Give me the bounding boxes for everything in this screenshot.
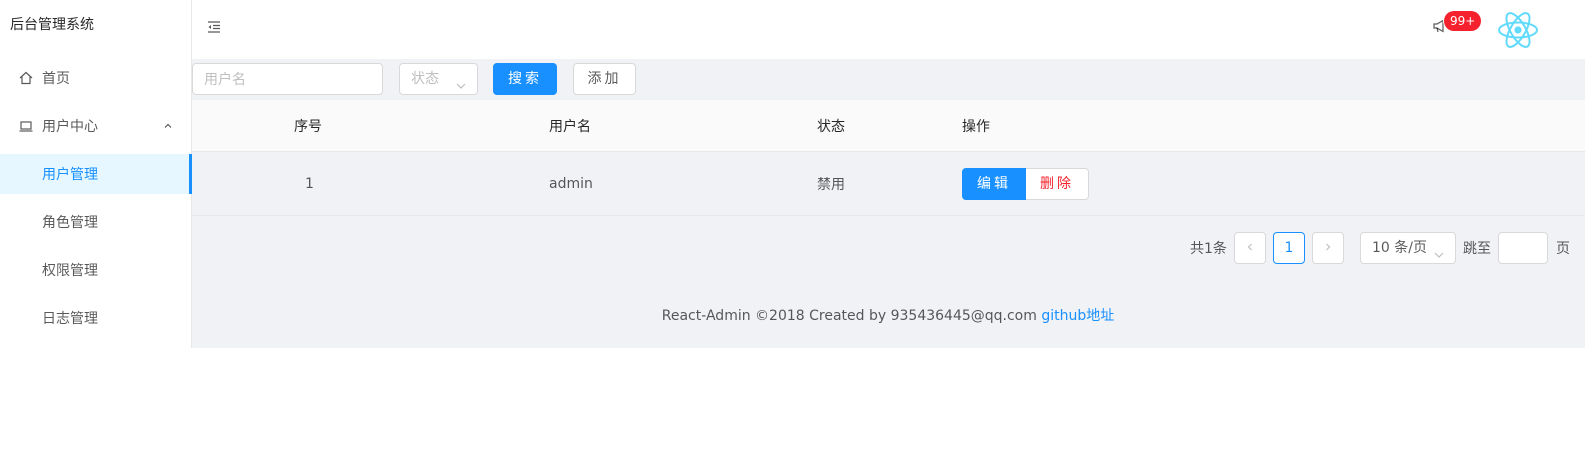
- sidebar-item-label: 用户管理: [42, 167, 98, 183]
- status-select-placeholder: 状态: [411, 71, 439, 87]
- sidebar-item-user-center[interactable]: 用户中心: [0, 106, 191, 146]
- row-actions: 编辑 删除: [962, 152, 1089, 215]
- chevron-down-icon: [455, 73, 467, 103]
- chevron-up-icon: [163, 119, 173, 135]
- sidebar-item-home[interactable]: 首页: [0, 58, 191, 98]
- next-page-button[interactable]: [1312, 232, 1344, 264]
- prev-page-button[interactable]: [1234, 232, 1266, 264]
- app-title: 后台管理系统: [10, 17, 94, 33]
- footer-text: React-Admin ©2018 Created by 935436445@q…: [661, 308, 1042, 324]
- pagination: 共1条 1 10 条/页 跳至 页: [192, 232, 1585, 264]
- chevron-left-icon: [1245, 240, 1255, 256]
- column-header-actions: 操作: [962, 118, 990, 135]
- search-button[interactable]: 搜索: [493, 63, 557, 95]
- jump-page-input[interactable]: [1498, 232, 1548, 264]
- sidebar-item-label: 权限管理: [42, 263, 98, 279]
- column-header-username: 用户名: [549, 118, 591, 135]
- column-header-index: 序号: [294, 118, 322, 135]
- sidebar-item-label: 用户中心: [42, 119, 98, 135]
- table-header: 序号 用户名 状态 操作: [192, 100, 1585, 152]
- jump-label: 跳至: [1463, 241, 1491, 257]
- pagination-total: 共1条: [1190, 241, 1227, 257]
- user-table: 序号 用户名 状态 操作 1 admin 禁用 编辑 删除: [192, 100, 1585, 216]
- github-link[interactable]: github地址: [1041, 308, 1114, 324]
- add-button[interactable]: 添加: [573, 63, 636, 95]
- edit-button[interactable]: 编辑: [962, 167, 1026, 200]
- sidebar-item-user-management[interactable]: 用户管理: [0, 154, 192, 194]
- chevron-right-icon: [1323, 240, 1333, 256]
- delete-button[interactable]: 删除: [1026, 167, 1089, 200]
- username-search-input[interactable]: [192, 63, 383, 95]
- sidebar-item-role-management[interactable]: 角色管理: [0, 202, 191, 242]
- sidebar-item-log-management[interactable]: 日志管理: [0, 298, 191, 338]
- sidebar-item-label: 角色管理: [42, 215, 98, 231]
- react-logo-icon: [1496, 8, 1540, 52]
- status-select[interactable]: 状态: [399, 63, 478, 95]
- cell-username: admin: [549, 175, 593, 192]
- column-header-status: 状态: [817, 118, 845, 135]
- sidebar-item-label: 首页: [42, 71, 70, 87]
- jump-suffix: 页: [1556, 241, 1570, 257]
- menu-fold-icon[interactable]: [207, 20, 223, 36]
- cell-index: 1: [305, 175, 314, 192]
- header: 99+: [192, 0, 1585, 59]
- page-size-select[interactable]: 10 条/页: [1360, 232, 1456, 264]
- home-icon: [18, 70, 34, 86]
- laptop-icon: [18, 118, 34, 134]
- page-1-button[interactable]: 1: [1273, 232, 1305, 264]
- page-size-value: 10 条/页: [1372, 240, 1427, 256]
- footer: React-Admin ©2018 Created by 935436445@q…: [192, 305, 1585, 325]
- cell-status: 禁用: [817, 176, 845, 193]
- main-content: 状态 搜索 添加 序号 用户名 状态 操作 1 admin 禁用 编辑 删除 共…: [192, 59, 1585, 348]
- table-row: 1 admin 禁用 编辑 删除: [192, 152, 1585, 216]
- chevron-down-icon: [1433, 242, 1445, 272]
- notification-badge: 99+: [1444, 11, 1482, 31]
- sidebar-item-label: 日志管理: [42, 311, 98, 327]
- sidebar-item-permission-management[interactable]: 权限管理: [0, 250, 191, 290]
- sidebar: 后台管理系统 首页 用户中心 用户管理 角色管理 权限管理 日志管理: [0, 0, 192, 348]
